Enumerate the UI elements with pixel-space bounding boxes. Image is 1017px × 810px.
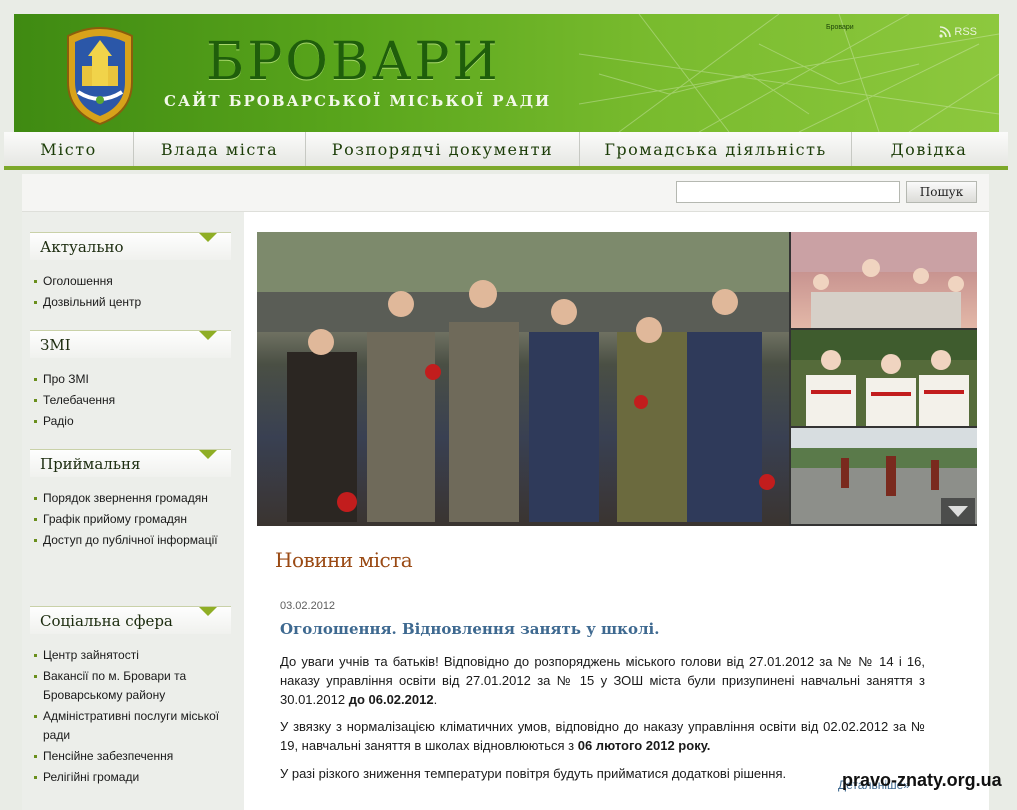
sidebar-link[interactable]: Дозвільний центр	[30, 293, 231, 312]
sidebar-link[interactable]: Центр зайнятості	[30, 646, 231, 665]
sidebar-link[interactable]: Адміністративні послуги міської ради	[30, 707, 231, 745]
sidebar-link[interactable]: Радіо	[30, 412, 231, 431]
chevron-down-icon	[199, 450, 217, 459]
veterans-photo	[257, 232, 789, 522]
sidebar-link[interactable]: Графік прийому громадян	[30, 510, 231, 529]
watermark: pravo-znaty.org.ua	[842, 770, 1002, 790]
sidebar-link[interactable]: Про ЗМІ	[30, 370, 231, 389]
site-subtitle: САЙТ БРОВАРСЬКОЇ МІСЬКОЇ РАДИ	[164, 92, 552, 110]
chevron-down-icon	[199, 607, 217, 616]
thumbnail-photo[interactable]	[791, 232, 977, 328]
folk-costume-photo	[791, 330, 977, 426]
sidebar-link[interactable]: Порядок звернення громадян	[30, 489, 231, 508]
sidebar-link[interactable]: Вакансії по м. Бровари та Броварському р…	[30, 667, 231, 705]
nav-item-city-government[interactable]: Влада міста	[134, 132, 306, 166]
sidebar-heading: Приймальня	[30, 449, 231, 477]
sidebar-block-reception: Приймальня Порядок звернення громадян Гр…	[30, 449, 231, 552]
main-nav: Місто Влада міста Розпорядчі документи Г…	[4, 132, 1008, 170]
sidebar-heading: Соціальна сфера	[30, 606, 231, 634]
nav-item-public-activity[interactable]: Громадська діяльність	[580, 132, 852, 166]
sidebar-block-media: ЗМІ Про ЗМІ Телебачення Радіо	[30, 330, 231, 433]
sidebar-heading: ЗМІ	[30, 330, 231, 358]
city-crest-icon	[67, 27, 133, 126]
content-panel: Пошук Актуально Оголошення Дозвільний це…	[22, 174, 989, 810]
sidebar-heading: Актуально	[30, 232, 231, 260]
rss-label: RSS	[954, 26, 977, 38]
search-bar: Пошук	[22, 174, 989, 212]
nav-item-city[interactable]: Місто	[4, 132, 134, 166]
map-label: Бровари	[826, 24, 854, 31]
city-map-background	[579, 14, 999, 132]
news-section-title: Новини міста	[275, 548, 413, 572]
chevron-down-icon	[199, 331, 217, 340]
main-photo[interactable]	[257, 232, 789, 526]
news-paragraph: У разі різкого зниження температури пові…	[280, 766, 787, 781]
news-date: 03.02.2012	[280, 600, 336, 612]
thumbnail-photo[interactable]	[791, 330, 977, 426]
news-paragraph: У звязку з нормалізацією кліматичних умо…	[280, 719, 925, 753]
site-title: БРОВАРИ	[206, 32, 501, 92]
site-header: Бровари БРОВАРИ САЙТ БРОВАРСЬКОЇ МІСЬКОЇ…	[14, 14, 999, 132]
children-photo	[791, 232, 977, 328]
sidebar-link[interactable]: Релігійні громади	[30, 768, 231, 787]
search-input[interactable]	[676, 181, 900, 203]
sidebar: Актуально Оголошення Дозвільний центр ЗМ…	[22, 212, 244, 810]
news-headline-link[interactable]: Оголошення. Відновлення занять у школі.	[280, 620, 659, 638]
nav-item-reference[interactable]: Довідка	[852, 132, 1006, 166]
search-button[interactable]: Пошук	[906, 181, 977, 203]
sidebar-link[interactable]: Доступ до публічної інформації	[30, 531, 231, 550]
sidebar-link[interactable]: Пенсійне забезпечення	[30, 747, 231, 766]
rss-link[interactable]: RSS	[939, 26, 977, 38]
photo-banner	[257, 232, 977, 526]
news-paragraph: До уваги учнів та батьків! Відповідно до…	[280, 654, 925, 707]
chevron-down-icon[interactable]	[941, 498, 975, 524]
sidebar-link[interactable]: Телебачення	[30, 391, 231, 410]
sidebar-link[interactable]: Оголошення	[30, 272, 231, 291]
sidebar-block-social: Соціальна сфера Центр зайнятості Вакансі…	[30, 606, 231, 789]
sidebar-block-current: Актуально Оголошення Дозвільний центр	[30, 232, 231, 314]
chevron-down-icon	[199, 233, 217, 242]
rss-icon	[939, 26, 952, 38]
nav-item-administrative-documents[interactable]: Розпорядчі документи	[306, 132, 580, 166]
